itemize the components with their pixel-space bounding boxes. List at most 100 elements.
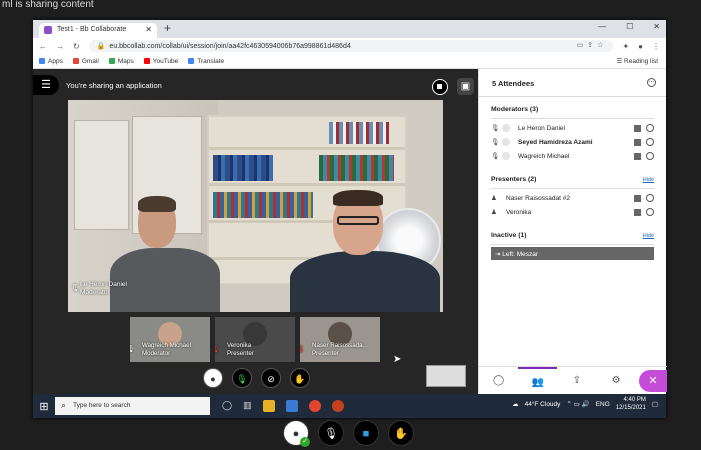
hide-presenters-link[interactable]: Hide	[643, 177, 654, 183]
powerpoint-icon[interactable]	[331, 400, 344, 412]
task-view-icon[interactable]: ◯	[222, 400, 232, 412]
new-tab-button[interactable]: +	[164, 21, 171, 35]
mic-icon: 🎙	[491, 125, 500, 132]
share-audio-button[interactable]: 🎙	[232, 368, 252, 388]
close-panel-button[interactable]: ✕	[639, 370, 668, 392]
language-indicator[interactable]: ENG	[596, 401, 610, 408]
close-icon: ✕	[648, 375, 658, 387]
reading-list-icon: ☰	[616, 58, 625, 65]
weather-text[interactable]: 44°F Cloudy	[525, 401, 561, 408]
attendee-row[interactable]: 🎙 Seyed Hamidreza Azami	[491, 135, 654, 149]
thumb-wagreich[interactable]: 🎙 Wagreich Michael Moderator	[130, 317, 210, 362]
outer-avatar-button[interactable]: ●	[283, 420, 310, 447]
inactive-title: Inactive (1)	[491, 223, 654, 245]
video-person-right	[290, 190, 440, 312]
attendee-row[interactable]: 🎙 Le Heron Daniel	[491, 121, 654, 135]
browser-tab[interactable]: Test1 - Bb Collaborate ✕	[39, 23, 157, 38]
clock[interactable]: 4:40 PM 12/15/2021	[616, 396, 646, 412]
close-window-button[interactable]: ✕	[653, 22, 660, 31]
thumb-naser[interactable]: 🎙 Naser Raisossada... Presenter	[300, 317, 380, 362]
thumb-label: 🎙 Naser Raisossada... Presenter	[300, 342, 368, 358]
reload-icon[interactable]: ↻	[73, 42, 80, 51]
inactive-attendee[interactable]: ⇥ Left: Meszar	[491, 247, 654, 260]
widgets-icon[interactable]: ▥	[243, 400, 252, 412]
avatar-icon: ●	[210, 374, 216, 384]
chrome-menu-icon[interactable]: ⋮	[652, 42, 660, 51]
windows-start-icon[interactable]: ⊞	[33, 400, 55, 413]
attendee-name: Le Heron Daniel	[518, 124, 565, 132]
attendee-menu-icon[interactable]	[646, 124, 654, 132]
reading-list[interactable]: ☰ Reading list	[616, 57, 658, 65]
menu-icon: ☰	[41, 79, 51, 91]
screen-icon: ▣	[460, 81, 471, 92]
minimize-button[interactable]: —	[598, 22, 606, 31]
lock-icon[interactable]: 🔒	[97, 43, 106, 50]
outer-mic-button[interactable]: 🎙	[318, 420, 344, 446]
self-preview[interactable]	[426, 365, 466, 387]
close-tab-icon[interactable]: ✕	[145, 25, 152, 34]
translate-icon	[188, 57, 195, 64]
tab-title: Test1 - Bb Collaborate	[57, 26, 127, 33]
address-bar[interactable]: 🔒 eu.bbcollab.com/collab/ui/session/join/…	[88, 40, 614, 52]
panel-footer: ◯ 👥 ⇪ ⚙ ✕	[479, 366, 668, 394]
chat-tab[interactable]: ◯	[479, 367, 518, 394]
share-video-button[interactable]: ⊘	[261, 368, 281, 388]
outer-hand-button[interactable]: ✋	[388, 420, 414, 446]
mic-off-icon: 🎙	[324, 428, 338, 440]
tray-icons[interactable]: ⌃ ▭ 🔊	[566, 400, 589, 408]
camera-icon	[634, 152, 641, 160]
share-content-tab[interactable]: ⇪	[557, 367, 596, 394]
maximize-button[interactable]: ☐	[626, 22, 633, 31]
thumb-label: 🎙 Wagreich Michael Moderator	[130, 342, 191, 358]
favicon-icon	[44, 26, 52, 34]
attendee-row[interactable]: ♟ Veronika	[491, 205, 654, 219]
mic-muted-icon: 🎙	[215, 346, 220, 353]
bookmark-translate[interactable]: Translate	[188, 58, 224, 65]
hide-inactive-link[interactable]: Hide	[643, 233, 654, 239]
stop-sharing-button[interactable]	[432, 79, 448, 95]
attendee-menu-icon[interactable]	[646, 152, 654, 160]
outer-camera-button[interactable]: ■	[353, 420, 379, 446]
shared-screen-button[interactable]: ▣	[457, 78, 474, 95]
attendee-row[interactable]: ♟ Naser Raisossadat #2	[491, 191, 654, 205]
person-body	[110, 248, 220, 312]
main-video: 🎙 Le Heron Daniel Moderator	[68, 100, 443, 312]
profile-icon[interactable]: ●	[638, 42, 643, 51]
main-name-tag: 🎙 Le Heron Daniel Moderator	[71, 281, 127, 297]
weather-icon: ☁	[512, 401, 519, 408]
bookmark-apps[interactable]: Apps	[39, 58, 63, 65]
shelf-row	[209, 147, 405, 150]
mic-icon: 🎙	[130, 346, 135, 353]
person-hair	[333, 190, 383, 206]
back-icon[interactable]: ←	[39, 42, 47, 51]
bookmark-youtube[interactable]: YouTube	[143, 58, 178, 65]
bookmark-gmail[interactable]: Gmail	[72, 58, 99, 65]
settings-tab[interactable]: ⚙	[597, 367, 636, 394]
my-status-button[interactable]: ●	[203, 368, 223, 388]
thumb-veronika[interactable]: 🎙 Veronika Presenter	[215, 317, 295, 362]
extensions-icon[interactable]: ✦	[622, 42, 629, 51]
attendee-menu-icon[interactable]	[646, 138, 654, 146]
chrome-icon[interactable]	[308, 400, 321, 412]
mouse-cursor: ➤	[393, 354, 402, 365]
maps-icon	[108, 57, 115, 64]
attendees-tab[interactable]: 👥	[518, 367, 558, 394]
bookmark-maps[interactable]: Maps	[108, 57, 134, 65]
file-explorer-icon[interactable]	[262, 400, 275, 412]
inactive-section: Inactive (1) Hide ⇥ Left: Meszar	[479, 223, 666, 260]
omnibox-icons: ▭⇪☆	[576, 42, 608, 49]
attendee-menu-icon[interactable]	[646, 208, 654, 216]
attendee-menu-icon[interactable]	[646, 194, 654, 202]
mic-icon: 🎙	[491, 153, 500, 160]
apps-icon	[39, 57, 45, 64]
more-options-icon[interactable]: ⋯	[647, 78, 656, 87]
store-icon[interactable]	[285, 400, 298, 412]
attendee-row[interactable]: 🎙 Wagreich Michael	[491, 149, 654, 163]
mic-icon: 🎙	[491, 139, 500, 146]
forward-icon[interactable]: →	[56, 42, 64, 51]
taskbar-search[interactable]: Type here to search	[55, 397, 210, 415]
session-menu-button[interactable]: ☰	[33, 75, 59, 95]
notifications-icon[interactable]: ▢	[652, 400, 658, 408]
books	[213, 155, 273, 181]
raise-hand-button[interactable]: ✋	[290, 368, 310, 388]
